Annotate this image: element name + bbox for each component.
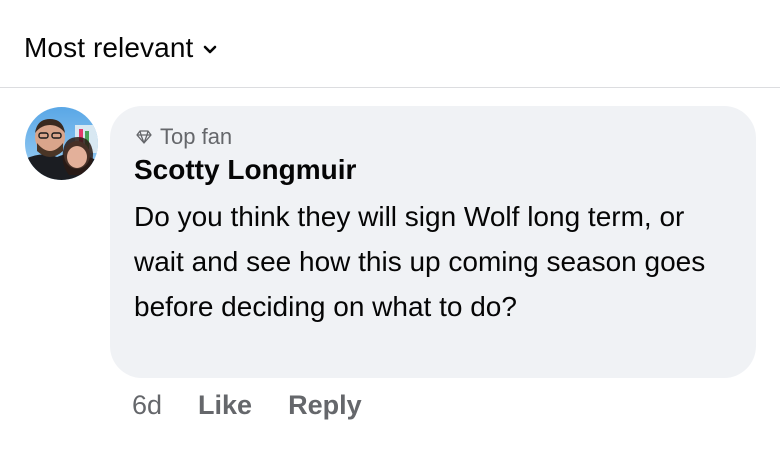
reply-button[interactable]: Reply	[288, 390, 362, 421]
comments-header: Most relevant	[0, 0, 780, 88]
sort-label: Most relevant	[24, 32, 194, 63]
diamond-icon	[136, 130, 152, 144]
comment-bubble: Top fan Scotty Longmuir Do you think the…	[110, 106, 756, 378]
profile-photo	[25, 107, 98, 180]
comments-panel: Most relevant Top fan Scotty Longmuir Do…	[0, 0, 780, 463]
top-fan-badge[interactable]: Top fan	[136, 124, 232, 150]
comment-actions: 6d Like Reply	[132, 390, 362, 421]
comment-text: Do you think they will sign Wolf long te…	[134, 201, 706, 322]
like-button[interactable]: Like	[198, 390, 252, 421]
chevron-down-icon	[204, 45, 217, 54]
sort-dropdown[interactable]: Most relevant	[24, 32, 217, 64]
badge-label: Top fan	[160, 124, 233, 149]
avatar[interactable]	[25, 107, 98, 180]
comment-timestamp[interactable]: 6d	[132, 390, 162, 421]
comment-author[interactable]: Scotty Longmuir	[134, 154, 356, 186]
